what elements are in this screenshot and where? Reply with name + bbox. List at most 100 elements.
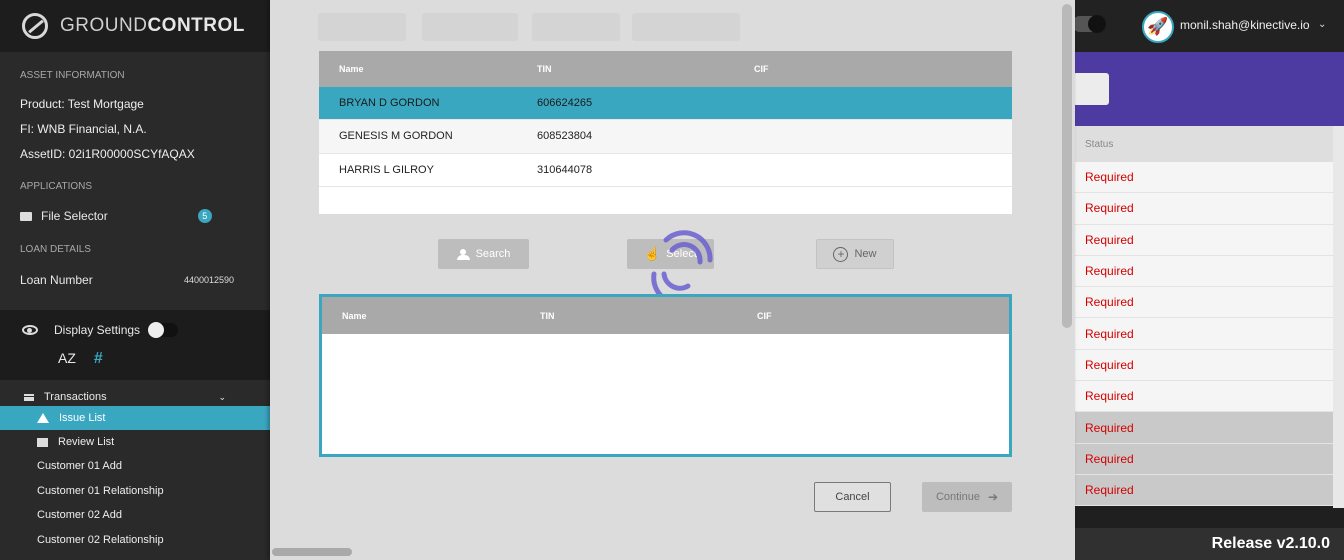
nav-issue-list[interactable]: Issue List <box>0 406 270 430</box>
sort-number-icon[interactable]: # <box>94 350 103 368</box>
status-scrollbar[interactable] <box>1333 126 1344 508</box>
nav-label: Customer 01 Relationship <box>37 485 164 497</box>
nav-customer-02-relationship[interactable]: Customer 02 Relationship <box>0 528 270 552</box>
cell-name: HARRIS L GILROY <box>339 163 434 176</box>
cell-tin: 608523804 <box>537 130 593 143</box>
fi-info: FI: WNB Financial, N.A. <box>20 122 147 136</box>
status-cell: Required <box>1075 255 1333 288</box>
nav-label: Customer 01 Add <box>37 460 122 472</box>
sidebar: GROUNDCONTROL ASSET INFORMATION Product:… <box>0 0 270 560</box>
status-cell: Required <box>1075 381 1333 413</box>
rocket-icon[interactable]: 🚀 <box>1142 11 1174 43</box>
loan-number-label: Loan Number <box>20 273 93 287</box>
app-root: GROUNDCONTROL ASSET INFORMATION Product:… <box>0 0 1344 560</box>
chevron-down-icon[interactable]: ⌄ <box>1318 19 1326 30</box>
nav-label: Review List <box>58 436 115 448</box>
purple-banner <box>1075 52 1344 126</box>
transactions-label: Transactions <box>44 391 107 403</box>
display-settings-toggle[interactable] <box>148 322 179 338</box>
column-name: Name <box>342 310 367 321</box>
brand-name: GROUNDCONTROL <box>60 15 245 36</box>
file-count-badge: 5 <box>197 209 212 223</box>
status-cell: Required <box>1075 162 1333 194</box>
modal-ghost-field <box>632 13 740 41</box>
table-row[interactable]: HARRIS L GILROY 310644078 <box>319 154 1012 187</box>
sort-options: AZ # <box>0 350 270 368</box>
chevron-down-icon: ⌄ <box>218 391 226 402</box>
search-results-table: Name TIN CIF BRYAN D GORDON 606624265 GE… <box>319 51 1012 214</box>
nav-label: Issue List <box>59 412 106 424</box>
cell-tin: 606624265 <box>537 97 593 110</box>
nav-customer-01-relationship[interactable]: Customer 01 Relationship <box>0 479 270 503</box>
column-tin: TIN <box>540 310 555 321</box>
table-row[interactable]: GENESIS M GORDON 608523804 <box>319 120 1012 154</box>
warning-icon <box>37 413 49 423</box>
continue-button[interactable]: Continue ➔ <box>922 482 1012 512</box>
nav-review-list[interactable]: Review List <box>0 430 270 454</box>
release-label: Release v2.10.0 <box>1075 528 1344 560</box>
status-cell: Required <box>1075 349 1333 382</box>
column-cif: CIF <box>757 310 772 321</box>
nav-customer-02-add[interactable]: Customer 02 Add <box>0 503 270 527</box>
status-cell: Required <box>1075 287 1333 319</box>
column-name: Name <box>339 64 364 74</box>
new-button[interactable]: + New <box>816 239 894 269</box>
arrow-right-icon: ➔ <box>987 490 999 504</box>
nav-customer-01-add[interactable]: Customer 01 Add <box>0 454 270 478</box>
table-header: Name TIN CIF <box>319 51 1012 87</box>
modal-ghost-field <box>422 13 518 41</box>
display-settings-row: Display Settings <box>0 310 270 350</box>
person-icon <box>456 248 470 260</box>
applications-header: APPLICATIONS <box>20 181 93 192</box>
brand[interactable]: GROUNDCONTROL <box>0 0 270 52</box>
display-settings-label: Display Settings <box>54 323 141 337</box>
plus-circle-icon: + <box>833 246 849 262</box>
status-header: Status <box>1075 126 1333 162</box>
cell-name: BRYAN D GORDON <box>339 97 440 110</box>
status-cell: Required <box>1075 224 1333 256</box>
asset-id-info: AssetID: 02i1R00000SCYfAQAX <box>20 147 195 161</box>
file-selector-item[interactable]: File Selector 5 <box>0 209 270 223</box>
status-cell: Required <box>1075 318 1333 350</box>
table-row[interactable]: BRYAN D GORDON 606624265 <box>319 87 1012 121</box>
product-info: Product: Test Mortgage <box>20 97 144 111</box>
folder-icon <box>20 211 32 221</box>
banner-button[interactable] <box>1073 73 1109 105</box>
eye-icon <box>22 325 38 335</box>
search-button[interactable]: Search <box>438 239 529 269</box>
nav-label: Customer 02 Relationship <box>37 534 164 546</box>
logo-icon <box>22 13 48 39</box>
column-tin: TIN <box>537 64 552 74</box>
loan-number-row: Loan Number 4400012590 <box>0 273 270 287</box>
selected-customers-table: Name TIN CIF <box>319 294 1012 457</box>
status-cell: Required <box>1075 474 1333 507</box>
status-table: Status Required Required Required Requir… <box>1075 126 1333 507</box>
asset-info-header: ASSET INFORMATION <box>20 70 125 81</box>
modal-ghost-field <box>532 13 620 41</box>
loan-number-value: 4400012590 <box>183 275 234 285</box>
display-settings-panel: Display Settings AZ # <box>0 310 270 380</box>
modal-horizontal-scrollbar[interactable] <box>272 548 352 556</box>
modal-ghost-field <box>318 13 406 41</box>
continue-button-label: Continue <box>935 491 980 503</box>
modal-vertical-scrollbar[interactable] <box>1062 4 1072 328</box>
nav-label: Customer 02 Add <box>37 509 122 521</box>
cell-name: GENESIS M GORDON <box>339 130 453 143</box>
transactions-toggle[interactable]: Transactions ⌄ <box>0 388 270 406</box>
sort-az-icon[interactable]: AZ <box>58 350 76 368</box>
column-cif: CIF <box>754 64 769 74</box>
status-cell: Required <box>1075 193 1333 225</box>
table-header: Name TIN CIF <box>322 297 1009 334</box>
loading-spinner-icon <box>651 230 713 304</box>
search-button-label: Search <box>475 248 511 260</box>
theme-switch[interactable] <box>1072 15 1106 33</box>
status-cell: Required <box>1075 412 1333 444</box>
new-button-label: New <box>854 248 877 260</box>
cancel-button[interactable]: Cancel <box>814 482 891 512</box>
cell-tin: 310644078 <box>537 163 593 176</box>
file-selector-label: File Selector <box>41 209 108 223</box>
menu-icon <box>24 393 34 401</box>
review-icon <box>37 437 48 447</box>
loan-details-header: LOAN DETAILS <box>20 244 91 255</box>
user-email[interactable]: monil.shah@kinective.io <box>1180 18 1310 32</box>
